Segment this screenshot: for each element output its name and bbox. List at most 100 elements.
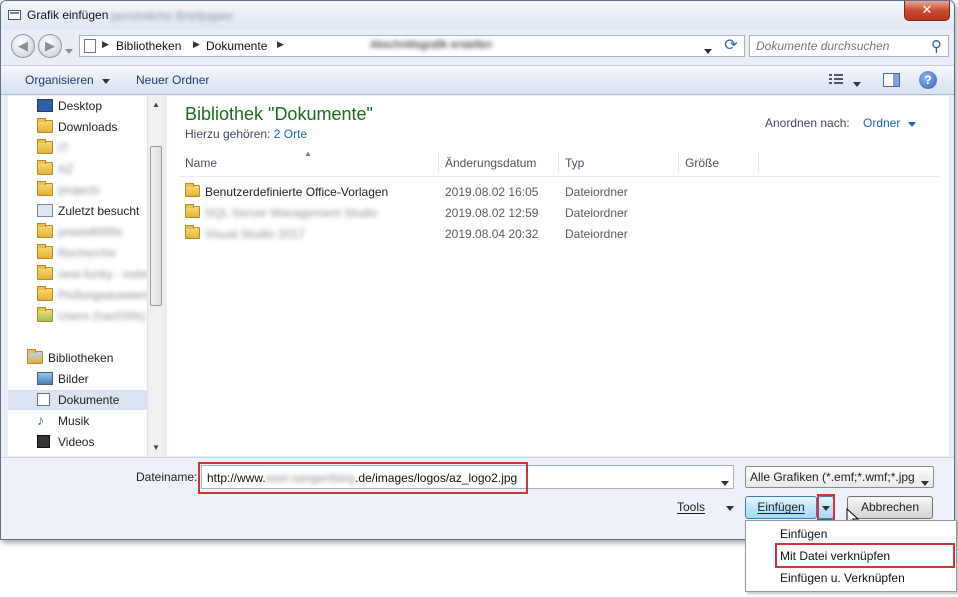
folder-icon <box>185 183 200 197</box>
chevron-down-icon <box>921 481 929 486</box>
folder-icon <box>37 244 53 259</box>
sidebar-item-label: Zuletzt besucht <box>58 204 140 218</box>
breadcrumb-bibliotheken[interactable]: Bibliotheken <box>116 39 181 53</box>
filename-label: Dateiname: <box>136 470 197 484</box>
sidebar-item-downloads[interactable]: Downloads <box>8 117 148 137</box>
library-locations-link[interactable]: 2 Orte <box>274 127 307 141</box>
column-header-type[interactable]: Typ <box>565 156 584 170</box>
file-name: Benutzerdefinierte Office-Vorlagen <box>205 185 389 199</box>
column-header-size[interactable]: Größe <box>685 156 719 170</box>
sidebar-item-network-folder[interactable]: Users (\\az03\fs) <box>8 306 148 326</box>
pictures-icon <box>37 372 53 385</box>
libraries-icon <box>27 349 43 364</box>
sidebar-item-folder[interactable]: praxis6000s <box>8 222 148 242</box>
file-type-filter[interactable]: Alle Grafiken (*.emf;*.wmf;*.jpg <box>745 466 934 488</box>
close-button[interactable]: ✕ <box>904 1 950 21</box>
view-options-button[interactable] <box>828 73 844 86</box>
table-row[interactable]: SQL Server Management Studio 2019.08.02 … <box>185 203 925 223</box>
sidebar-item-label: Bibliotheken <box>48 351 114 365</box>
folder-icon <box>37 160 53 175</box>
folder-icon <box>37 139 53 154</box>
header-divider <box>179 176 939 177</box>
sidebar-item-recent-places[interactable]: Zuletzt besucht <box>8 201 148 221</box>
sidebar-item-folder[interactable]: Recherche <box>8 243 148 263</box>
file-date: 2019.08.02 16:05 <box>445 185 539 199</box>
background-window-title: persönliche Briefpapier <box>111 9 234 23</box>
chevron-down-icon <box>704 49 712 54</box>
desktop-icon <box>37 99 53 112</box>
filename-history-dropdown[interactable] <box>721 475 729 489</box>
library-subtitle: Hierzu gehören: 2 Orte <box>185 127 307 141</box>
sidebar-item-label: Prüfungsauswertung <box>58 288 148 302</box>
documents-icon <box>37 393 50 406</box>
sidebar-item-folder[interactable]: new-funky - external <box>8 264 148 284</box>
sidebar-item-folder[interactable]: IT <box>8 138 148 158</box>
forward-arrow-icon: ▶ <box>45 38 55 53</box>
sidebar-item-desktop[interactable]: Desktop <box>8 96 148 116</box>
sidebar-item-documents[interactable]: Dokumente <box>8 390 148 410</box>
new-folder-button[interactable]: Neuer Ordner <box>136 73 209 87</box>
sidebar-scrollbar[interactable]: ▲ ▼ <box>147 96 163 456</box>
sidebar-item-folder[interactable]: Prüfungsauswertung <box>8 285 148 305</box>
address-history-dropdown[interactable] <box>704 43 712 57</box>
tools-button[interactable]: Tools <box>677 500 735 514</box>
file-type: Dateiordner <box>565 227 628 241</box>
folder-icon <box>37 265 53 280</box>
breadcrumb-separator-icon: ▶ <box>193 39 200 49</box>
table-row[interactable]: Visual Studio 2017 2019.08.04 20:32 Date… <box>185 224 925 244</box>
navigation-pane: Desktop Downloads IT AZ projects Zuletzt… <box>8 96 163 456</box>
file-type-filter-value: Alle Grafiken (*.emf;*.wmf;*.jpg <box>750 470 915 484</box>
scroll-up-icon[interactable]: ▲ <box>152 100 160 109</box>
sidebar-item-libraries[interactable]: Bibliotheken <box>8 348 148 368</box>
filename-label-text: Dateiname: <box>136 470 198 484</box>
sidebar-item-label: praxis6000s <box>58 225 123 239</box>
search-box[interactable]: ⚲ <box>749 35 949 57</box>
title-bar[interactable]: Grafik einfügen persönliche Briefpapier … <box>1 1 954 29</box>
column-header-date[interactable]: Änderungsdatum <box>445 156 536 170</box>
menu-item-insert[interactable]: Einfügen <box>747 523 955 545</box>
sidebar-item-pictures[interactable]: Bilder <box>8 369 148 389</box>
preview-pane-button[interactable] <box>883 73 900 87</box>
help-button[interactable]: ? <box>919 71 937 89</box>
scroll-down-icon[interactable]: ▼ <box>152 443 160 452</box>
library-icon <box>84 39 96 53</box>
refresh-button[interactable]: ⟳ <box>719 35 743 57</box>
column-separator[interactable] <box>758 151 759 173</box>
recent-pages-dropdown[interactable] <box>65 43 73 57</box>
sidebar-item-label: Dokumente <box>58 393 120 407</box>
column-separator[interactable] <box>558 151 559 173</box>
column-separator[interactable] <box>438 151 439 173</box>
arrange-by-value: Ordner <box>863 116 901 130</box>
scrollbar-thumb[interactable] <box>150 146 162 306</box>
insert-button[interactable]: Einfügen <box>745 496 817 519</box>
view-dropdown[interactable] <box>853 76 861 90</box>
sidebar-item-label: Musik <box>58 414 90 428</box>
file-date: 2019.08.04 20:32 <box>445 227 539 241</box>
breadcrumb-dokumente[interactable]: Dokumente <box>206 39 267 53</box>
breadcrumb-separator-icon: ▶ <box>277 39 284 49</box>
column-header-name[interactable]: Name <box>185 156 217 170</box>
sidebar-item-videos[interactable]: Videos <box>8 432 148 452</box>
table-row[interactable]: Benutzerdefinierte Office-Vorlagen 2019.… <box>185 182 925 202</box>
column-separator[interactable] <box>678 151 679 173</box>
organize-button[interactable]: Organisieren <box>25 73 111 87</box>
sidebar-item-label: Downloads <box>58 120 118 134</box>
search-icon[interactable]: ⚲ <box>931 37 942 55</box>
sidebar-item-label: IT <box>58 141 69 155</box>
search-input[interactable] <box>754 38 924 54</box>
sidebar-item-label: Desktop <box>58 99 103 113</box>
file-name: SQL Server Management Studio <box>205 206 378 220</box>
forward-button[interactable]: ▶ <box>38 34 62 58</box>
link-to-file-highlight <box>775 543 955 568</box>
file-type-dropdown[interactable] <box>919 475 929 487</box>
sidebar-item-folder[interactable]: projects <box>8 180 148 200</box>
refresh-icon: ⟳ <box>724 37 738 54</box>
file-list-pane: Bibliothek "Dokumente" Hierzu gehören: 2… <box>167 96 949 456</box>
sidebar-item-folder[interactable]: AZ <box>8 159 148 179</box>
arrange-by-dropdown[interactable]: Ordner <box>863 116 916 130</box>
menu-item-insert-and-link[interactable]: Einfügen u. Verknüpfen <box>747 567 955 589</box>
filename-highlight <box>198 462 528 494</box>
back-button[interactable]: ◀ <box>11 34 35 58</box>
address-bar[interactable]: ▶ Bibliotheken ▶ Dokumente ▶ Abschnittsg… <box>79 35 745 57</box>
sidebar-item-music[interactable]: ♪ Musik <box>8 411 148 431</box>
